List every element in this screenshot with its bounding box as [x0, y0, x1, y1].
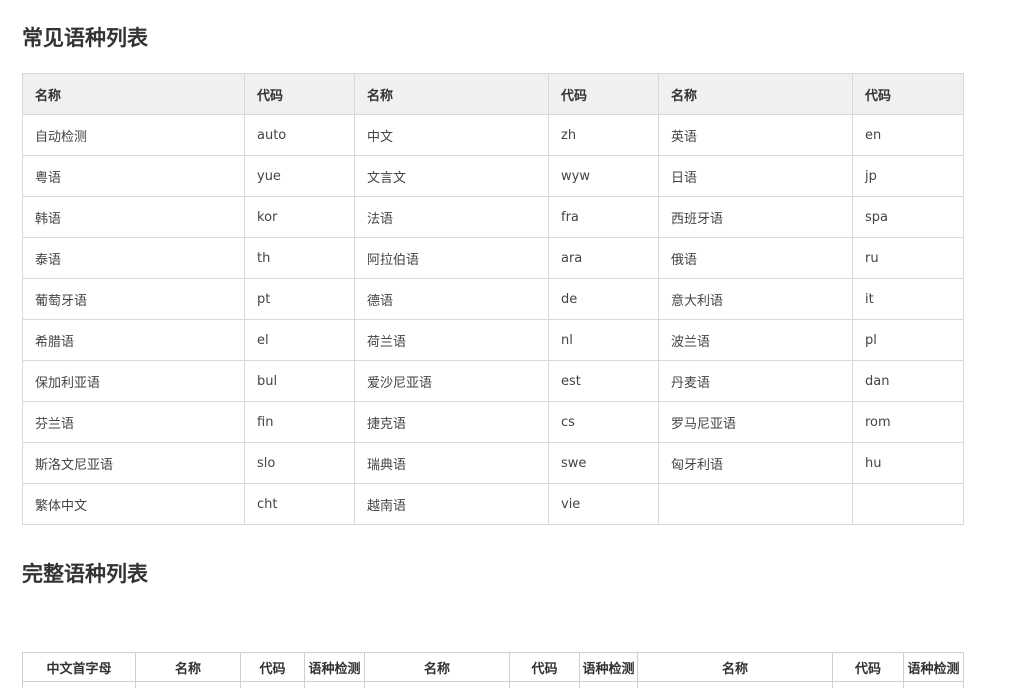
language-code: nl [548, 319, 659, 361]
header-name-2: 名称 [354, 73, 549, 115]
language-name: 韩语 [22, 196, 245, 238]
table-row: 繁体中文 cht 越南语 vie [22, 483, 964, 525]
language-code: fin [244, 401, 355, 443]
language-code: vie [548, 483, 659, 525]
table-row: 保加利亚语 bul 爱沙尼亚语 est 丹麦语 dan [22, 360, 964, 402]
full-table-header-row: 中文首字母 名称 代码 语种检测 名称 代码 语种检测 名称 代码 语种检测 [22, 652, 964, 682]
table-row [22, 681, 964, 688]
header-name-1: 名称 [135, 652, 241, 682]
header-name-3: 名称 [658, 73, 853, 115]
language-code: en [852, 114, 964, 156]
language-code: dan [852, 360, 964, 402]
common-languages-title: 常见语种列表 [22, 26, 148, 50]
language-code: auto [244, 114, 355, 156]
header-code-3: 代码 [832, 652, 904, 682]
language-name: 西班牙语 [658, 196, 853, 238]
language-name: 丹麦语 [658, 360, 853, 402]
table-row: 韩语 kor 法语 fra 西班牙语 spa [22, 196, 964, 238]
language-code: bul [244, 360, 355, 402]
language-code [852, 483, 964, 525]
language-code: pt [244, 278, 355, 320]
header-code-1: 代码 [244, 73, 355, 115]
language-code: swe [548, 442, 659, 484]
language-name: 德语 [354, 278, 549, 320]
table-row: 芬兰语 fin 捷克语 cs 罗马尼亚语 rom [22, 401, 964, 443]
language-name: 爱沙尼亚语 [354, 360, 549, 402]
language-code: pl [852, 319, 964, 361]
language-name: 阿拉伯语 [354, 237, 549, 279]
language-name: 泰语 [22, 237, 245, 279]
header-code-2: 代码 [509, 652, 580, 682]
language-name: 葡萄牙语 [22, 278, 245, 320]
table-row: 泰语 th 阿拉伯语 ara 俄语 ru [22, 237, 964, 279]
language-name: 意大利语 [658, 278, 853, 320]
language-code: rom [852, 401, 964, 443]
language-code: ru [852, 237, 964, 279]
language-code: fra [548, 196, 659, 238]
header-initial: 中文首字母 [22, 652, 136, 682]
header-detect-2: 语种检测 [579, 652, 638, 682]
language-code: yue [244, 155, 355, 197]
language-name: 法语 [354, 196, 549, 238]
table-header-row: 名称 代码 名称 代码 名称 代码 [22, 73, 964, 115]
language-name: 日语 [658, 155, 853, 197]
language-code: de [548, 278, 659, 320]
table-row: 斯洛文尼亚语 slo 瑞典语 swe 匈牙利语 hu [22, 442, 964, 484]
table-row: 粤语 yue 文言文 wyw 日语 jp [22, 155, 964, 197]
language-code: slo [244, 442, 355, 484]
language-name: 捷克语 [354, 401, 549, 443]
language-name: 英语 [658, 114, 853, 156]
language-code: ara [548, 237, 659, 279]
header-code-3: 代码 [852, 73, 964, 115]
header-name-3: 名称 [637, 652, 833, 682]
language-code: cht [244, 483, 355, 525]
full-languages-table: 中文首字母 名称 代码 语种检测 名称 代码 语种检测 名称 代码 语种检测 [22, 652, 964, 688]
language-name [658, 483, 853, 525]
table-row: 葡萄牙语 pt 德语 de 意大利语 it [22, 278, 964, 320]
header-code-2: 代码 [548, 73, 659, 115]
full-languages-title: 完整语种列表 [22, 562, 148, 586]
language-name: 斯洛文尼亚语 [22, 442, 245, 484]
header-detect-3: 语种检测 [903, 652, 964, 682]
common-languages-table: 名称 代码 名称 代码 名称 代码 自动检测 auto 中文 zh 英语 en 粤语 yue 文… [22, 73, 964, 525]
language-name: 保加利亚语 [22, 360, 245, 402]
language-code: th [244, 237, 355, 279]
language-name: 希腊语 [22, 319, 245, 361]
header-detect-1: 语种检测 [304, 652, 365, 682]
language-name: 繁体中文 [22, 483, 245, 525]
language-name: 罗马尼亚语 [658, 401, 853, 443]
language-code: spa [852, 196, 964, 238]
header-name-1: 名称 [22, 73, 245, 115]
language-name: 越南语 [354, 483, 549, 525]
language-name: 瑞典语 [354, 442, 549, 484]
language-name: 中文 [354, 114, 549, 156]
table-row: 希腊语 el 荷兰语 nl 波兰语 pl [22, 319, 964, 361]
header-name-2: 名称 [364, 652, 510, 682]
language-name: 波兰语 [658, 319, 853, 361]
language-code: zh [548, 114, 659, 156]
language-code: jp [852, 155, 964, 197]
language-code: est [548, 360, 659, 402]
table-row: 自动检测 auto 中文 zh 英语 en [22, 114, 964, 156]
language-name: 匈牙利语 [658, 442, 853, 484]
language-name: 芬兰语 [22, 401, 245, 443]
language-code: wyw [548, 155, 659, 197]
language-code: cs [548, 401, 659, 443]
language-code: hu [852, 442, 964, 484]
language-name: 自动检测 [22, 114, 245, 156]
language-code: it [852, 278, 964, 320]
language-name: 俄语 [658, 237, 853, 279]
language-name: 荷兰语 [354, 319, 549, 361]
language-name: 粤语 [22, 155, 245, 197]
header-code-1: 代码 [240, 652, 305, 682]
language-code: kor [244, 196, 355, 238]
language-code: el [244, 319, 355, 361]
language-name: 文言文 [354, 155, 549, 197]
